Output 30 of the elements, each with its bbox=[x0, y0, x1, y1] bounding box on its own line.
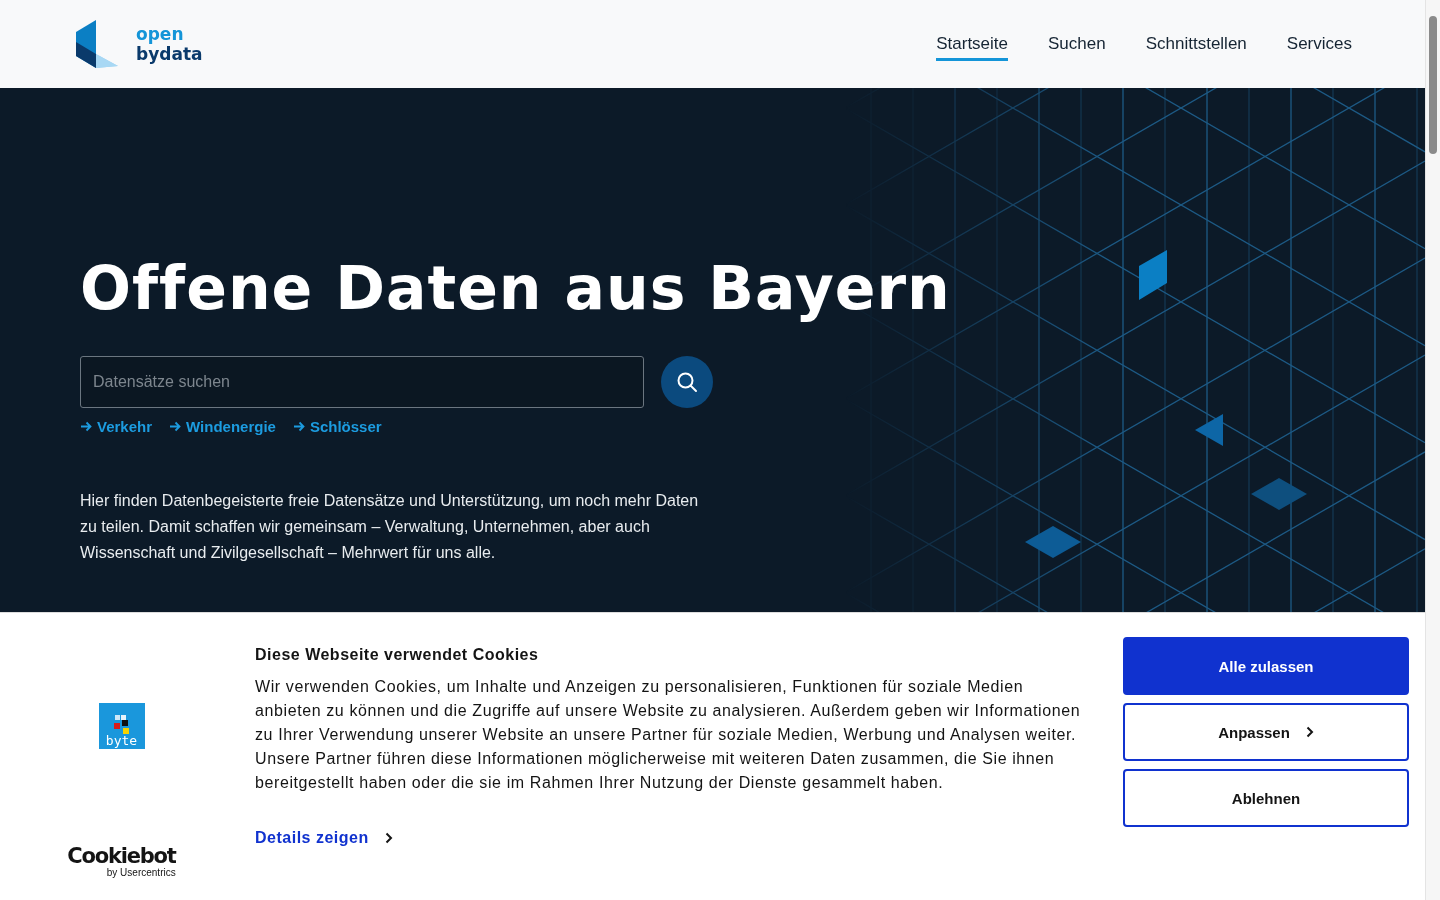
accept-all-button[interactable]: Alle zulassen bbox=[1123, 637, 1409, 695]
nav-link[interactable]: Startseite bbox=[936, 27, 1008, 61]
details-link[interactable]: Details zeigen bbox=[255, 829, 393, 847]
arrow-icon bbox=[292, 421, 305, 432]
intro-text: Hier finden Datenbegeisterte freie Datensätze und Unterstützung, um noch mehr Daten zu teilen. Damit schaffen wir gemeinsam – Verwaltung, Unternehmen, aber auch Wissenschaft und Zivilgesellschaft – Mehrwert für uns alle. bbox=[80, 491, 700, 563]
arrow-icon bbox=[80, 421, 92, 432]
decline-button[interactable]: Ablehnen bbox=[1123, 769, 1409, 827]
arrow-icon bbox=[169, 421, 182, 432]
banner-title: Diese Webseite verwendet Cookies bbox=[255, 645, 540, 665]
logo-text: by Usercentrics bbox=[106, 867, 176, 878]
quick-link[interactable]: Schlösser bbox=[292, 418, 382, 435]
chevron-icon bbox=[384, 832, 393, 844]
scrollbar[interactable] bbox=[1425, 0, 1440, 900]
customize-button[interactable]: Anpassen bbox=[1123, 703, 1409, 761]
nav-link[interactable]: Schnittstellen bbox=[1145, 27, 1247, 61]
nav-link[interactable]: Services bbox=[1286, 27, 1352, 61]
banner-text: Wir verwenden Cookies, um Inhalte und Anzeigen zu personalisieren, Funktionen für soziale Medien anbieten zu können und die Zugriffe auf unsere Website zu analysieren. Außerdem geben wir Informationen zu Ihrer Verwendung unserer Website an unsere Partner für soziale Medien, Werbung und Analysen weiter. Unsere Partner führen diese Informationen möglicherweise mit weiteren Daten zusammen, die Sie ihnen bereitgestellt haben oder die sie im Rahmen Ihrer Nutzung der Dienste gesammelt haben. bbox=[255, 677, 1082, 793]
search-icon bbox=[676, 371, 698, 393]
logo-icon[interactable] bbox=[76, 20, 118, 68]
page-title: Offene Daten aus Bayern bbox=[80, 252, 952, 325]
nav-link[interactable]: Suchen bbox=[1048, 27, 1106, 61]
logo-text[interactable]: bydata bbox=[136, 44, 203, 64]
logo-text: Cookiebot bbox=[67, 845, 176, 867]
quick-link[interactable]: Windenergie bbox=[169, 418, 276, 435]
search-field[interactable]: Datensätze suchen bbox=[80, 356, 644, 408]
logo-text: byte bbox=[105, 734, 138, 748]
pixel-icon bbox=[114, 715, 129, 734]
search-button[interactable] bbox=[661, 356, 713, 408]
quick-link[interactable]: Verkehr bbox=[80, 418, 153, 435]
chevron-icon bbox=[1305, 726, 1314, 738]
